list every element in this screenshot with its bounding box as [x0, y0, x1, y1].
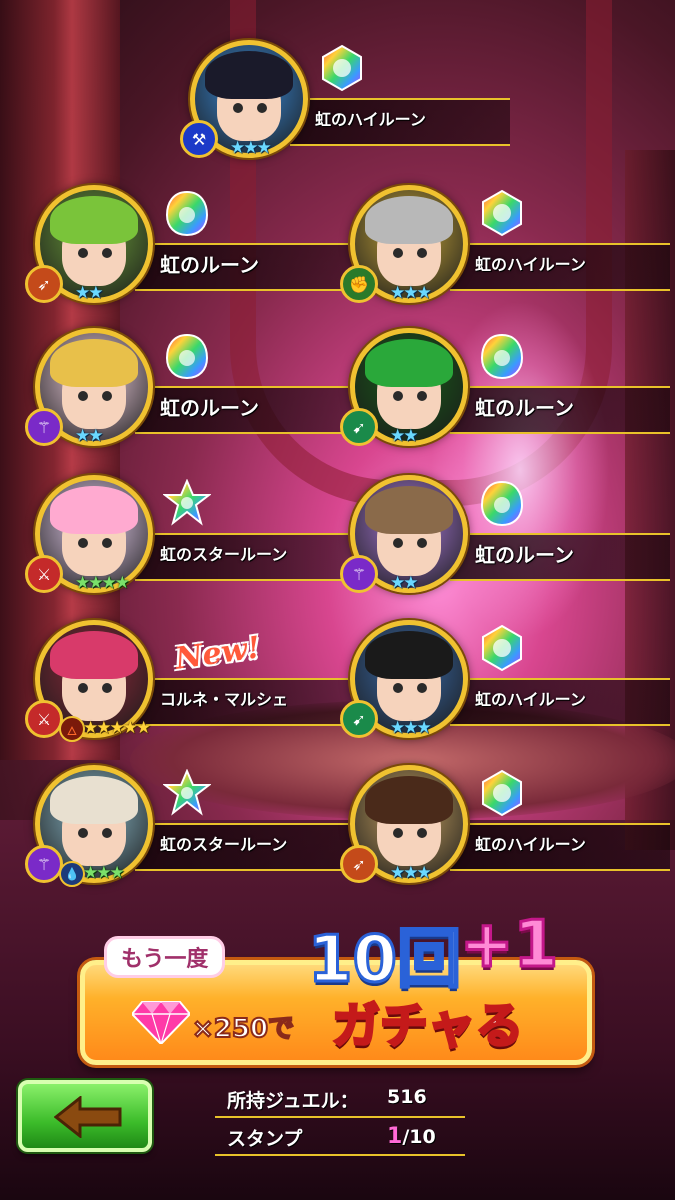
fire-icon: 🜂 [59, 716, 85, 742]
arrow-left-icon [54, 1096, 122, 1138]
result-card[interactable]: 虹のルーン ➹ ★★ [340, 328, 670, 458]
fist-icon: ✊ [340, 265, 378, 303]
rarity-stars: ★★ [390, 426, 419, 446]
rarity-stars: ★★★★ [75, 573, 130, 593]
again-label: もう一度 [104, 936, 226, 978]
plus-label: +1 [458, 907, 559, 984]
stamp-row: スタンプ 1/10 [215, 1118, 465, 1156]
rarity-stars: ★★★★★ [83, 718, 151, 738]
result-card[interactable]: 虹のルーン ⚚ ★★ [340, 475, 670, 605]
reward-name: 虹のハイルーン [475, 255, 586, 274]
rarity-stars: ★★★ [390, 863, 432, 883]
rarity-stars: ★★ [75, 283, 104, 303]
rarity-stars: ★★★ [83, 863, 125, 883]
reward-name: 虹のスタールーン [160, 835, 288, 854]
reward-name: 虹のハイルーン [475, 690, 586, 709]
rainbow-rune-icon [478, 189, 526, 237]
staff-icon: ⚚ [25, 408, 63, 446]
result-card[interactable]: 虹のハイルーン ➶ ★★★ [340, 765, 670, 895]
bow-icon: ➶ [340, 845, 378, 883]
cost-label: ×250で [191, 1013, 295, 1045]
rarity-stars: ★★★ [390, 718, 432, 738]
reward-name: 虹のルーン [475, 396, 574, 420]
rainbow-rune-icon [478, 332, 526, 380]
rarity-stars: ★★★ [390, 283, 432, 303]
bow-icon: ➶ [25, 265, 63, 303]
result-card[interactable]: 虹のルーン ➶ ★★ [25, 185, 355, 315]
axe-icon: ⚒ [180, 120, 218, 158]
jewel-row: 所持ジュエル： 516 [215, 1080, 465, 1118]
gacha-verb-label: ガチャる [331, 997, 526, 1056]
rainbow-rune-icon [478, 479, 526, 527]
rainbow-rune-icon [163, 332, 211, 380]
reward-name: 虹のルーン [160, 253, 259, 277]
staff-icon: ⚚ [25, 845, 63, 883]
rainbow-rune-icon [162, 768, 212, 817]
result-card[interactable]: 虹のハイルーン ⚒ ★★★ [180, 40, 510, 170]
stamp-total: /10 [402, 1126, 436, 1148]
reward-name: 虹のハイルーン [475, 835, 586, 854]
reward-name: 虹のルーン [475, 543, 574, 567]
result-card[interactable]: 虹のスタールーン ⚚ 💧 ★★★ [25, 765, 355, 895]
reward-name: 虹のルーン [160, 396, 259, 420]
reward-name: 虹のスタールーン [160, 545, 288, 564]
rarity-stars: ★★ [390, 573, 419, 593]
jewel-label: 所持ジュエル： [227, 1090, 359, 1112]
rainbow-rune-icon [163, 189, 211, 237]
result-card[interactable]: 虹のハイルーン ✊ ★★★ [340, 185, 670, 315]
status-panel: 所持ジュエル： 516 スタンプ 1/10 [215, 1080, 465, 1156]
reward-name: 虹のハイルーン [315, 110, 426, 129]
rarity-stars: ★★ [75, 426, 104, 446]
rainbow-rune-icon [478, 769, 526, 817]
rainbow-rune-icon [318, 44, 366, 92]
result-card[interactable]: 虹のスタールーン ⚔ ★★★★ [25, 475, 355, 605]
sword-icon: ⚔ [25, 555, 63, 593]
stamp-label: スタンプ [227, 1128, 303, 1150]
sword-icon: ⚔ [25, 700, 63, 738]
result-card[interactable]: 虹のハイルーン ➹ ★★★ [340, 620, 670, 750]
rainbow-rune-icon [478, 624, 526, 672]
spear-icon: ➹ [340, 408, 378, 446]
spear-icon: ➹ [340, 700, 378, 738]
gacha-again-button[interactable]: もう一度 10回 +1 ×250で ガチャる [80, 907, 592, 1068]
jewel-value: 516 [387, 1086, 427, 1108]
stamp-current: 1 [387, 1124, 403, 1149]
jewel-icon [132, 1001, 190, 1044]
rarity-stars: ★★★ [230, 138, 272, 158]
rainbow-rune-icon [162, 478, 212, 527]
staff-icon: ⚚ [340, 555, 378, 593]
result-card[interactable]: 虹のルーン ⚚ ★★ [25, 328, 355, 458]
reward-name: コルネ・マルシェ [160, 690, 289, 709]
back-button[interactable] [18, 1080, 152, 1152]
water-icon: 💧 [59, 861, 85, 887]
